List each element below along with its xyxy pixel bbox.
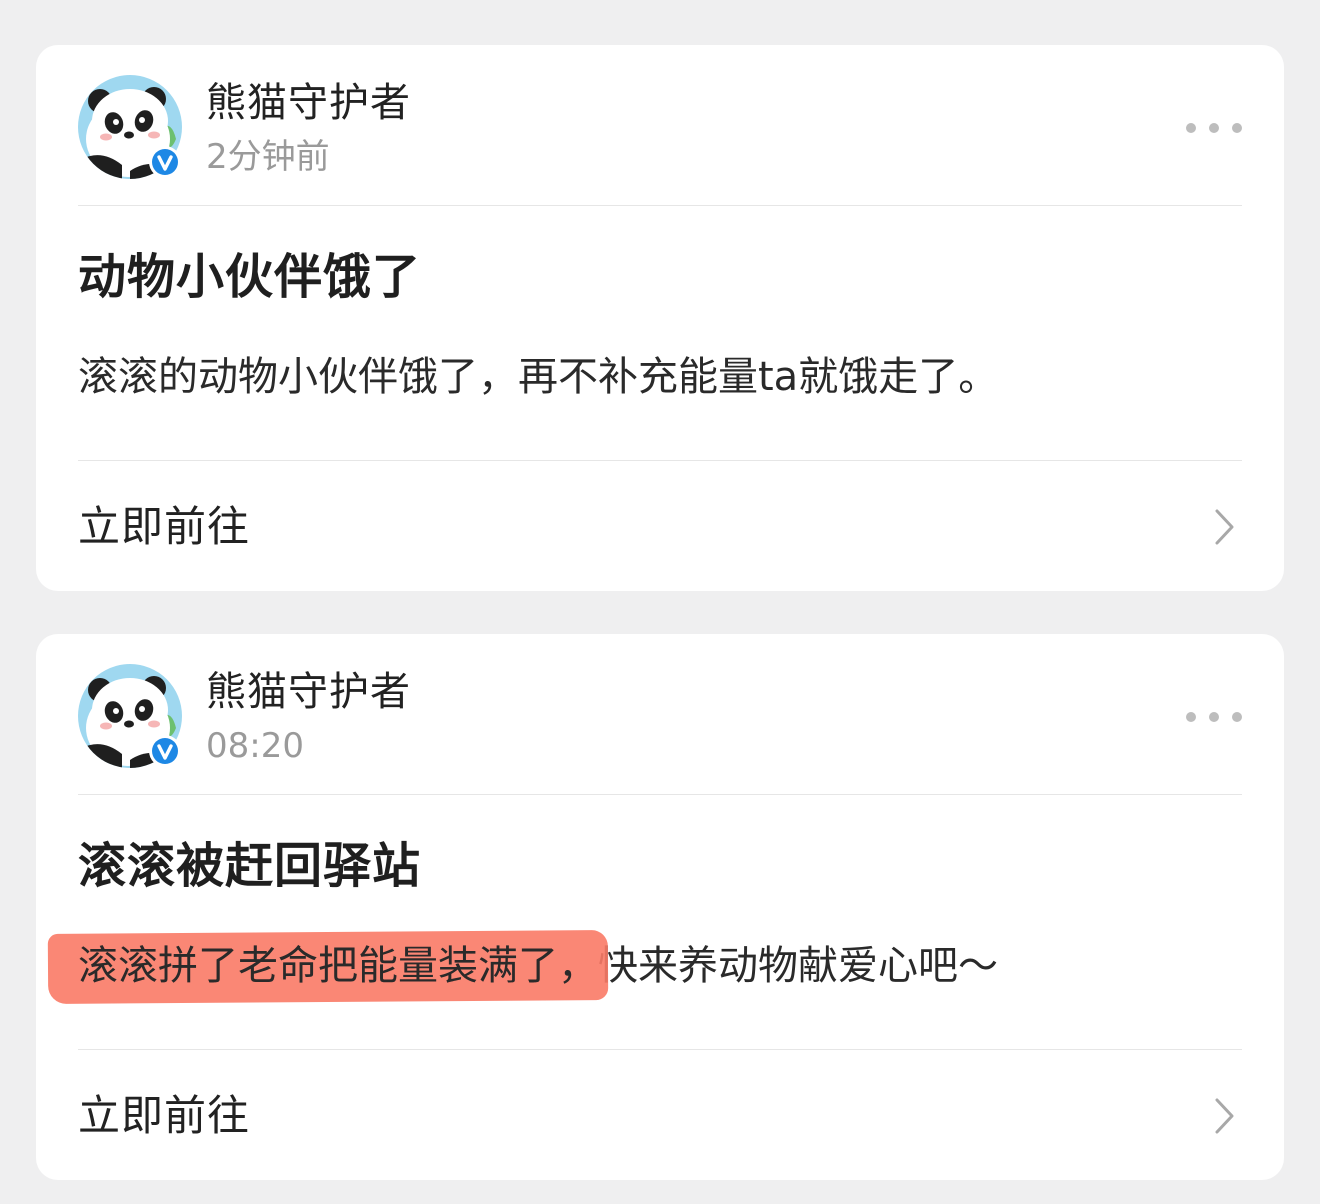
- card-header: 熊猫守护者 2分钟前: [78, 75, 1242, 179]
- dot: [1232, 123, 1242, 133]
- post-time: 08:20: [206, 726, 304, 766]
- go-now-button[interactable]: 立即前往: [78, 1050, 1242, 1180]
- notification-card: 熊猫守护者 08:20 滚滚被赶回驿站 滚滚拼了老命把能量装满了，快来养动物献爱…: [36, 634, 1284, 1180]
- more-dots-icon[interactable]: [1186, 702, 1242, 732]
- more-dots-icon[interactable]: [1186, 113, 1242, 143]
- notification-card: 熊猫守护者 2分钟前 动物小伙伴饿了 滚滚的动物小伙伴饿了，再不补充能量ta就饿…: [36, 45, 1284, 591]
- post-time: 2分钟前: [206, 137, 330, 177]
- chevron-right-icon: [1215, 509, 1234, 545]
- go-now-button[interactable]: 立即前往: [78, 461, 1242, 591]
- dot: [1232, 712, 1242, 722]
- chevron-right-icon: [1215, 1098, 1234, 1134]
- body-text: 滚滚的动物小伙伴饿了，再不补充能量ta就饿走了。: [78, 354, 999, 400]
- verified-v-icon: [149, 735, 181, 767]
- card-header: 熊猫守护者 08:20: [78, 664, 1242, 768]
- go-now-label: 立即前往: [78, 1091, 251, 1140]
- verified-v-icon: [149, 146, 181, 178]
- notification-title: 滚滚被赶回驿站: [78, 838, 422, 894]
- go-now-label: 立即前往: [78, 502, 251, 551]
- divider: [78, 205, 1242, 206]
- notification-body: 滚滚的动物小伙伴饿了，再不补充能量ta就饿走了。: [78, 349, 1242, 405]
- dot: [1209, 123, 1219, 133]
- dot: [1186, 123, 1196, 133]
- avatar[interactable]: [78, 75, 182, 179]
- dot: [1186, 712, 1196, 722]
- highlight-text: 滚滚拼了老命把能量装满了，: [78, 943, 598, 989]
- author-name[interactable]: 熊猫守护者: [206, 77, 411, 129]
- author-name[interactable]: 熊猫守护者: [206, 666, 411, 718]
- notification-body: 滚滚拼了老命把能量装满了，快来养动物献爱心吧～: [78, 938, 1242, 994]
- body-text: 快来养动物献爱心吧～: [598, 943, 998, 989]
- highlighted-text: 滚滚拼了老命把能量装满了，: [78, 938, 598, 994]
- divider: [78, 794, 1242, 795]
- notification-title: 动物小伙伴饿了: [78, 249, 422, 305]
- dot: [1209, 712, 1219, 722]
- avatar[interactable]: [78, 664, 182, 768]
